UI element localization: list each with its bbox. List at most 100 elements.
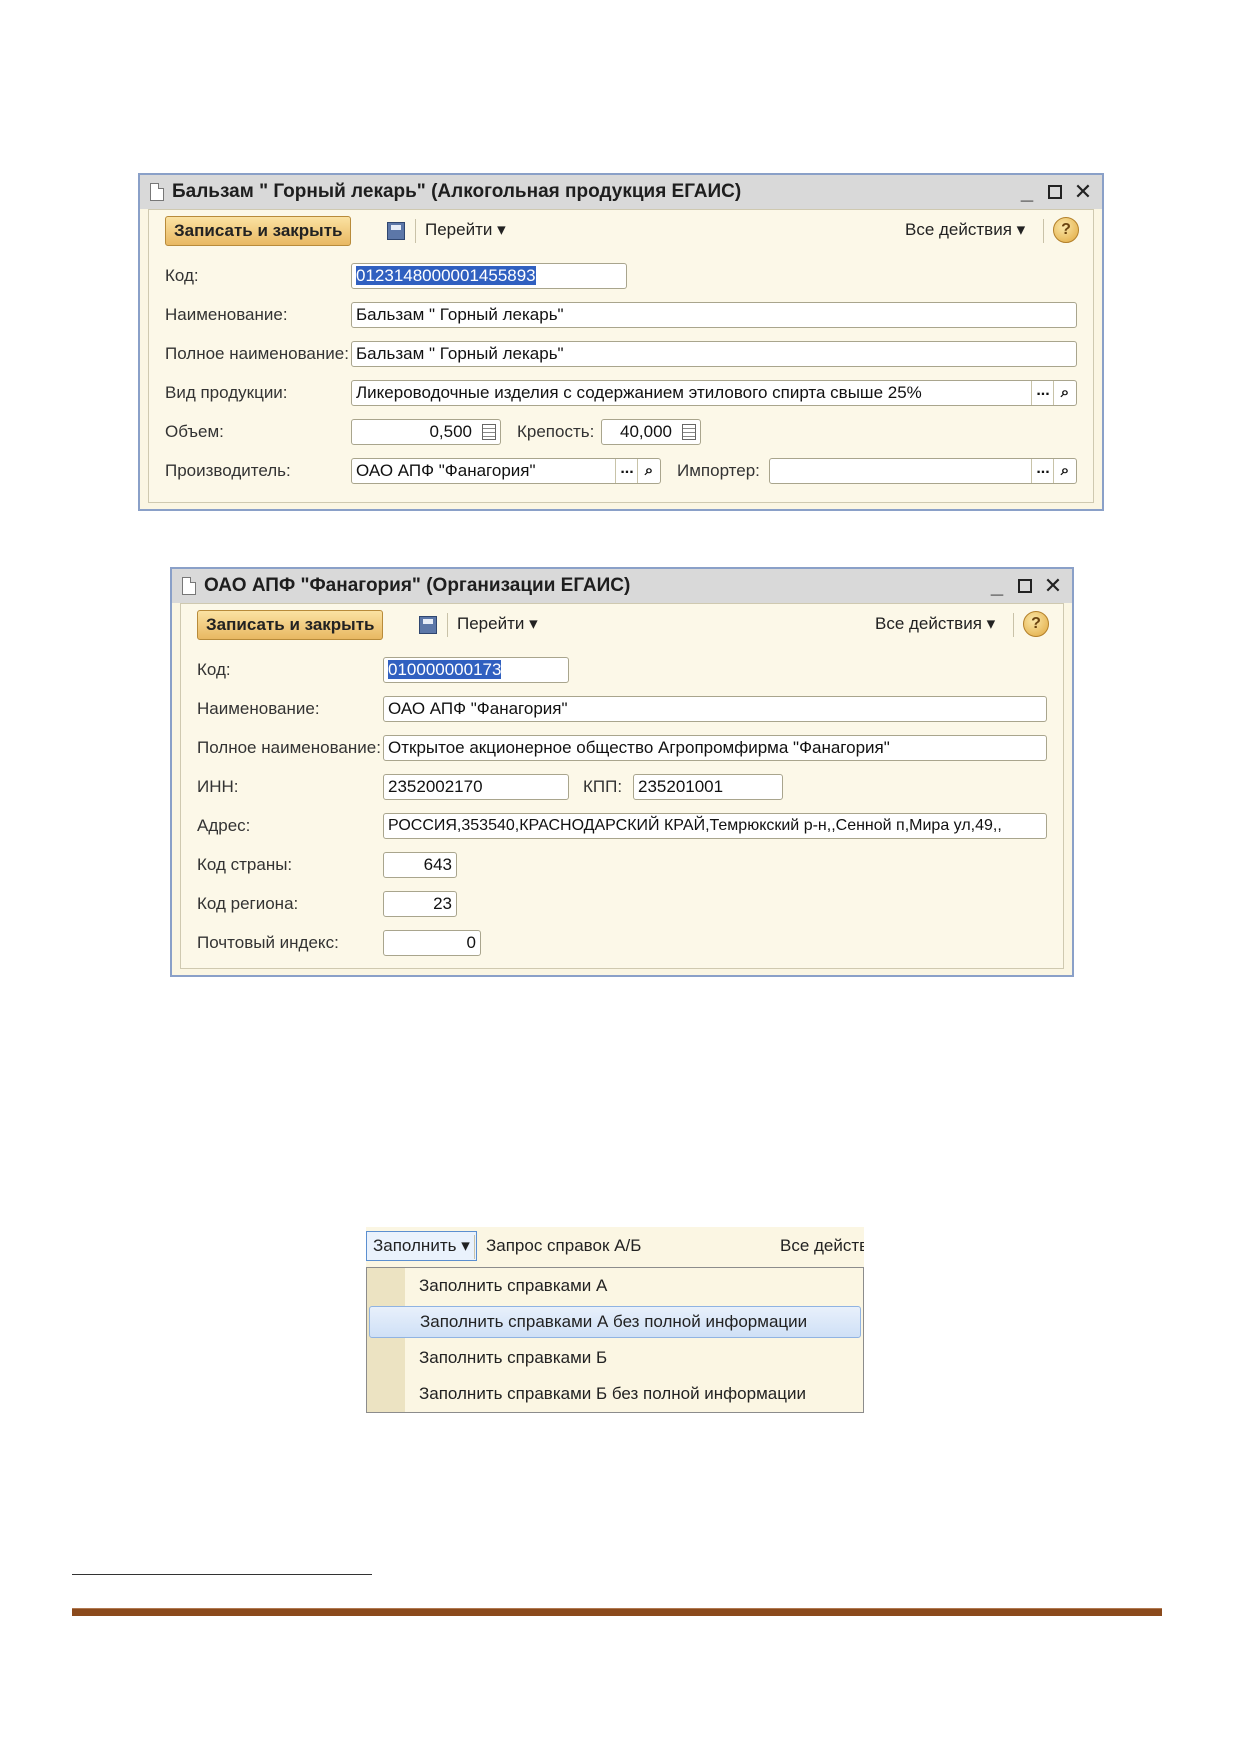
window-title: Бальзам " Горный лекарь" (Алкогольная пр…	[172, 181, 742, 202]
country-code-label: Код страны:	[197, 855, 293, 874]
region-code-label: Код региона:	[197, 894, 299, 913]
strength-field[interactable]: 40,000	[601, 419, 701, 445]
full-name-label: Полное наименование:	[197, 738, 381, 757]
menu-item-fill-a-brief[interactable]: Заполнить справками А без полной информа…	[369, 1306, 861, 1338]
minimize-icon[interactable]: _	[1016, 181, 1038, 203]
product-type-field[interactable]: Ликероводочные изделия с содержанием эти…	[351, 380, 1077, 406]
close-icon[interactable]: ✕	[1072, 181, 1094, 203]
name-field[interactable]: Бальзам " Горный лекарь"	[351, 302, 1077, 328]
kpp-label: КПП:	[583, 777, 623, 796]
code-label: Код:	[197, 660, 231, 679]
form-body: Записать и закрыть Перейти ▾ Все действи…	[180, 603, 1064, 969]
full-name-field[interactable]: Открытое акционерное общество Агропромфи…	[383, 735, 1047, 761]
code-field[interactable]: 010000000173	[383, 657, 569, 683]
product-window-titlebar[interactable]: Бальзам " Горный лекарь" (Алкогольная пр…	[140, 175, 1102, 209]
form-toolbar: Записать и закрыть Перейти ▾ Все действи…	[181, 604, 1063, 646]
full-name-label: Полное наименование:	[165, 344, 349, 363]
toolbar-separator	[1043, 219, 1044, 243]
calculator-icon[interactable]	[682, 424, 696, 440]
all-actions-menu[interactable]: Все действия ▾	[875, 614, 995, 634]
page-bottom-rule	[72, 1608, 1162, 1616]
save-and-close-button[interactable]: Записать и закрыть	[165, 216, 352, 246]
address-label: Адрес:	[197, 816, 251, 835]
menu-item-fill-b-brief[interactable]: Заполнить справками Б без полной информа…	[369, 1378, 861, 1410]
goto-menu[interactable]: Перейти ▾	[457, 614, 538, 634]
form-toolbar: Записать и закрыть Перейти ▾ Все действи…	[149, 210, 1093, 252]
calculator-icon[interactable]	[482, 424, 496, 440]
save-icon[interactable]	[419, 616, 437, 634]
window-controls: _ ✕	[986, 569, 1064, 603]
chevron-down-icon: ▾	[461, 1236, 470, 1255]
chevron-down-icon: ▾	[1016, 220, 1026, 239]
product-window: Бальзам " Горный лекарь" (Алкогольная пр…	[138, 173, 1104, 511]
product-type-label: Вид продукции:	[165, 383, 288, 402]
select-button[interactable]: ...	[1031, 381, 1054, 405]
full-name-field[interactable]: Бальзам " Горный лекарь"	[351, 341, 1077, 367]
postal-code-field[interactable]: 0	[383, 930, 481, 956]
save-and-close-button[interactable]: Записать и закрыть	[197, 610, 384, 640]
minimize-icon[interactable]: _	[986, 575, 1008, 597]
toolbar-separator	[474, 1235, 475, 1259]
strength-value: 40,000	[620, 422, 672, 441]
all-actions-menu[interactable]: Все действи	[780, 1236, 864, 1256]
producer-label: Производитель:	[165, 461, 291, 480]
toolbar-separator	[415, 219, 416, 243]
toolbar-separator	[447, 613, 448, 637]
inn-field[interactable]: 2352002170	[383, 774, 569, 800]
search-icon[interactable]: ⌕	[1053, 381, 1076, 405]
importer-field[interactable]: ... ⌕	[769, 458, 1077, 484]
code-value: 0123148000001455893	[356, 266, 536, 285]
volume-label: Объем:	[165, 422, 224, 441]
volume-field[interactable]: 0,500	[351, 419, 501, 445]
close-icon[interactable]: ✕	[1042, 575, 1064, 597]
org-window: ОАО АПФ "Фанагория" (Организации ЕГАИС) …	[170, 567, 1074, 977]
document-icon	[150, 183, 164, 201]
country-code-field[interactable]: 643	[383, 852, 457, 878]
fill-label: Заполнить	[373, 1236, 457, 1255]
search-icon[interactable]: ⌕	[637, 459, 660, 483]
importer-label: Импортер:	[677, 461, 760, 480]
code-value: 010000000173	[388, 660, 502, 679]
chevron-down-icon: ▾	[986, 614, 996, 633]
window-controls: _ ✕	[1016, 175, 1094, 209]
chevron-down-icon: ▾	[497, 220, 506, 239]
select-button[interactable]: ...	[1031, 459, 1054, 483]
maximize-icon[interactable]	[1018, 579, 1032, 593]
help-icon[interactable]: ?	[1023, 611, 1049, 637]
footnote-divider	[72, 1574, 372, 1575]
volume-value: 0,500	[429, 422, 472, 441]
code-label: Код:	[165, 266, 199, 285]
goto-menu[interactable]: Перейти ▾	[425, 220, 506, 240]
strength-label: Крепость:	[517, 422, 595, 441]
select-button[interactable]: ...	[615, 459, 638, 483]
address-field[interactable]: РОССИЯ,353540,КРАСНОДАРСКИЙ КРАЙ,Темрюкс…	[383, 813, 1047, 839]
document-icon	[182, 577, 196, 595]
all-actions-menu[interactable]: Все действия ▾	[905, 220, 1025, 240]
region-code-field[interactable]: 23	[383, 891, 457, 917]
fill-toolbar: Заполнить ▾ Запрос справок А/Б Все дейст…	[366, 1227, 864, 1267]
kpp-field[interactable]: 235201001	[633, 774, 783, 800]
menu-item-fill-b[interactable]: Заполнить справками Б	[369, 1342, 861, 1374]
search-icon[interactable]: ⌕	[1053, 459, 1076, 483]
window-title: ОАО АПФ "Фанагория" (Организации ЕГАИС)	[204, 575, 631, 596]
request-certificates-button[interactable]: Запрос справок А/Б	[486, 1236, 641, 1256]
toolbar-separator	[1013, 613, 1014, 637]
producer-value: ОАО АПФ "Фанагория"	[356, 461, 536, 480]
maximize-icon[interactable]	[1048, 185, 1062, 199]
goto-label: Перейти	[425, 220, 493, 239]
save-icon[interactable]	[387, 222, 405, 240]
inn-label: ИНН:	[197, 777, 239, 796]
menu-item-fill-a[interactable]: Заполнить справками А	[369, 1270, 861, 1302]
help-icon[interactable]: ?	[1053, 217, 1079, 243]
goto-label: Перейти	[457, 614, 525, 633]
fill-button[interactable]: Заполнить ▾	[366, 1231, 477, 1261]
producer-field[interactable]: ОАО АПФ "Фанагория" ... ⌕	[351, 458, 661, 484]
all-actions-label: Все действия	[905, 220, 1012, 239]
chevron-down-icon: ▾	[529, 614, 538, 633]
name-field[interactable]: ОАО АПФ "Фанагория"	[383, 696, 1047, 722]
name-label: Наименование:	[165, 305, 288, 324]
code-field[interactable]: 0123148000001455893	[351, 263, 627, 289]
name-label: Наименование:	[197, 699, 320, 718]
org-window-titlebar[interactable]: ОАО АПФ "Фанагория" (Организации ЕГАИС) …	[172, 569, 1072, 603]
all-actions-label: Все действия	[875, 614, 982, 633]
